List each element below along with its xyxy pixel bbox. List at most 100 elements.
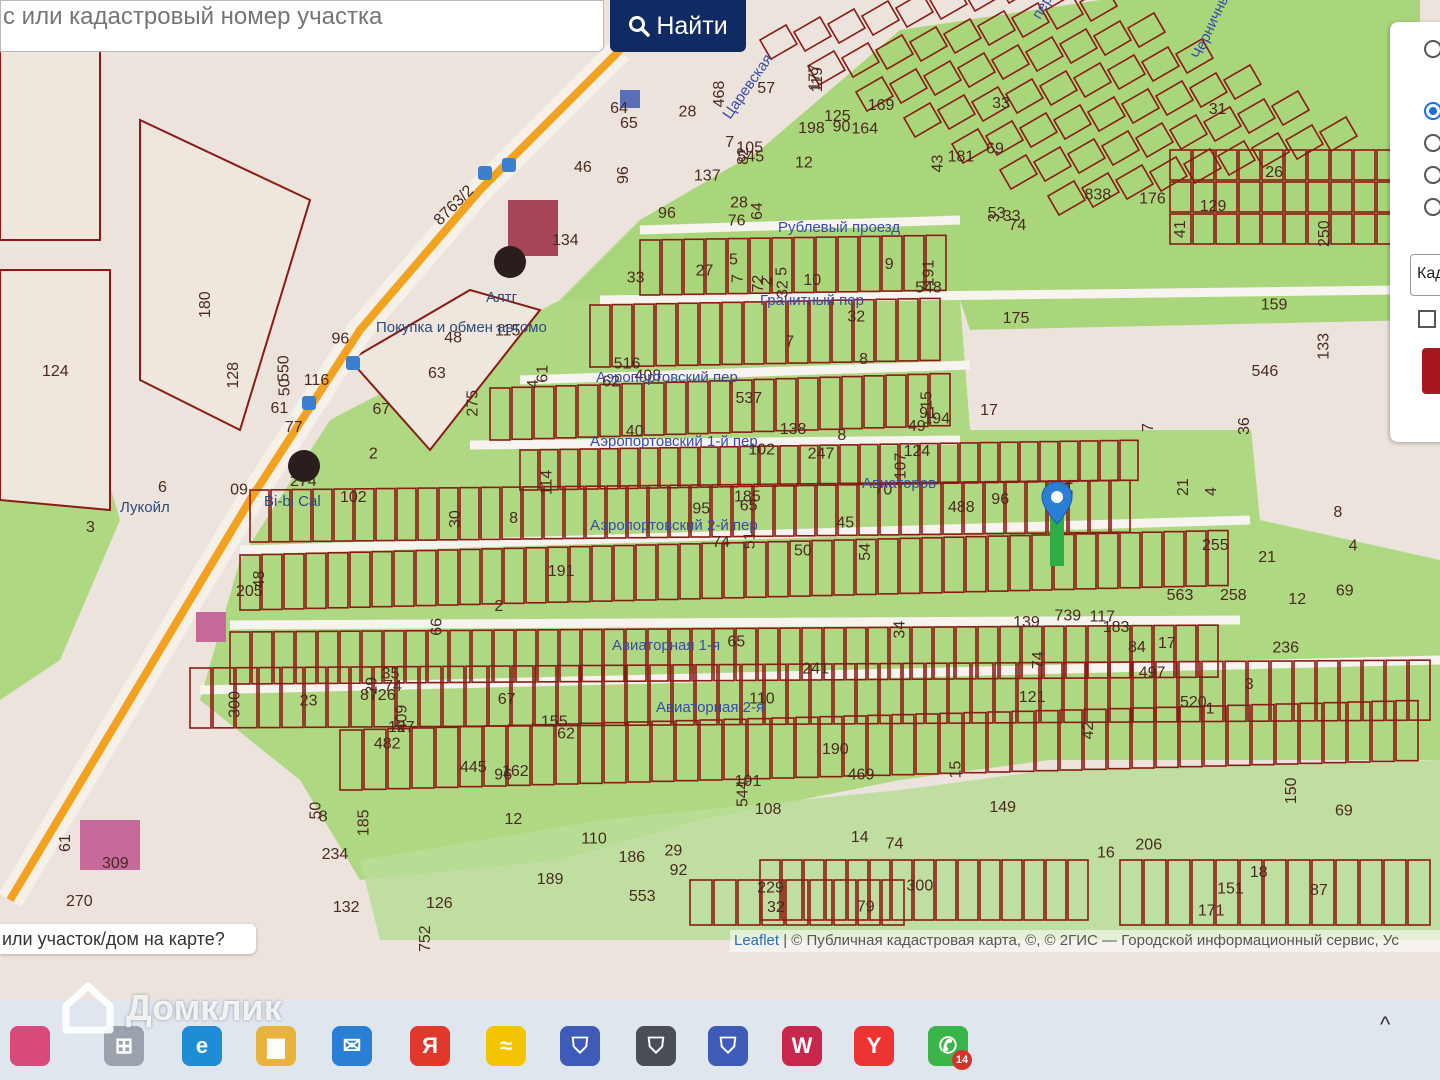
parcel	[826, 7, 867, 45]
parcel-question-link[interactable]: или участок/дом на карте?	[0, 924, 256, 954]
parcel-number: 185	[734, 488, 761, 505]
layer-radio-5[interactable]	[1424, 198, 1440, 216]
parcel-number: 8	[1333, 504, 1342, 521]
parcel-number: 206	[1135, 836, 1162, 853]
layer-radio-1[interactable]	[1424, 40, 1440, 58]
yandex-icon[interactable]: Я	[410, 1026, 450, 1066]
parcel-number: 69	[1336, 583, 1354, 600]
parcel-number: 563	[1167, 587, 1194, 604]
parcel-number: 74	[712, 534, 730, 551]
mail-icon[interactable]: ✉	[332, 1026, 372, 1066]
parcel-number: 64	[610, 100, 628, 117]
parcel-number: 65	[620, 115, 638, 132]
layer-checkbox[interactable]	[1418, 310, 1436, 328]
street-label: Авиаторная 1-я	[612, 637, 720, 654]
tray-chevron-icon[interactable]: ^	[1380, 1012, 1390, 1038]
parcel-number: 300	[227, 691, 244, 718]
parcel	[996, 0, 1037, 5]
parcel	[962, 0, 1003, 13]
parcel-number: 66	[428, 618, 445, 636]
poi-label: Покупка и обмен автомо	[376, 319, 547, 336]
watermark-text: Домклик	[126, 987, 282, 1028]
whatsapp-icon[interactable]: ✆ 14	[928, 1026, 972, 1070]
notification-badge: 14	[952, 1050, 972, 1070]
search-button-label: Найти	[656, 11, 728, 40]
parcel-number: 84	[1128, 639, 1146, 656]
parcel-number: 33	[627, 269, 645, 286]
parcel-number: 2	[369, 446, 378, 463]
cadastral-map[interactable]: 180 124 63 65 96 46 134 50 72 17 3 65 50 49 62 69 61 10 33…	[0, 0, 1440, 1000]
parcel-number: 275	[464, 390, 481, 417]
parcel-number: 250	[1316, 220, 1333, 247]
parcel-number: 8	[859, 351, 868, 368]
wildberries-icon[interactable]: W	[782, 1026, 822, 1066]
parcel-number: 181	[948, 149, 975, 166]
parcel-number: 33	[992, 95, 1010, 112]
parcel-number: 54	[857, 543, 874, 561]
parcel-number: 134	[552, 232, 579, 249]
parcel-number: 41	[1172, 220, 1189, 238]
parcel-number: 175	[1003, 310, 1030, 327]
shield-app-icon[interactable]: ⛉	[560, 1026, 600, 1066]
parcel-number: 150	[1283, 777, 1300, 804]
parcel-number: 164	[851, 121, 878, 138]
bus-stop-icon	[502, 158, 516, 172]
parcel-number: 8	[837, 427, 846, 444]
layer-control-panel: Кад	[1390, 22, 1440, 442]
building-3	[196, 612, 226, 642]
street-label: Аэропортовский пер	[596, 369, 738, 386]
parcel-number: 110	[581, 830, 607, 847]
parcel-number: 546	[1252, 363, 1279, 380]
parcel-number: 114	[539, 470, 556, 496]
yandex-browser-icon[interactable]: Y	[854, 1026, 894, 1066]
watermark: Домклик	[60, 982, 282, 1034]
parcel-number: 17	[1158, 635, 1176, 652]
map-canvas[interactable]: 180124 6365964613450721736550496269611033…	[0, 0, 1440, 1000]
search-icon	[629, 16, 651, 37]
layer-radio-2[interactable]	[1424, 102, 1440, 120]
parcel-number: 2	[758, 277, 775, 286]
parcel-number: 537	[735, 390, 762, 407]
leaflet-link[interactable]: Leaflet	[734, 932, 779, 949]
parcel-number: 95	[692, 500, 710, 517]
shield-app-2-icon[interactable]: ⛉	[708, 1026, 748, 1066]
search-input[interactable]	[1, 0, 593, 41]
parcel-number: 7	[730, 274, 747, 283]
search-button[interactable]: Найти	[610, 0, 746, 52]
layer-select[interactable]: Кад	[1410, 254, 1440, 296]
parcel-number: 28	[730, 194, 748, 211]
parcel-number: 96	[991, 491, 1009, 508]
parcel-number: 14	[851, 829, 869, 846]
parcel-number: 180	[197, 291, 214, 318]
parcel-number: 50	[794, 542, 812, 559]
search-box[interactable]	[0, 0, 604, 52]
parcel-number: 46	[574, 159, 592, 176]
panel-action-button[interactable]	[1422, 348, 1440, 394]
parcel-number: 198	[798, 120, 825, 137]
street-label: Рублевый проезд	[778, 219, 900, 236]
layer-radio-4[interactable]	[1424, 166, 1440, 184]
parcel-number: 32	[847, 309, 865, 326]
parcel-number: 171	[1198, 903, 1225, 920]
map-pin-icon[interactable]	[1040, 480, 1074, 570]
parcel-number: 137	[694, 168, 721, 185]
parcel-number: 255	[1202, 537, 1229, 554]
parcel-number: 77	[285, 419, 303, 436]
parcel-number: 96	[494, 766, 512, 783]
layer-radio-3[interactable]	[1424, 134, 1440, 152]
parcel-number: 74	[886, 835, 904, 852]
parcel-number: 128	[225, 362, 242, 389]
game-shield-icon[interactable]: ⛉	[636, 1026, 676, 1066]
parcel-number: 96	[658, 205, 676, 222]
parcel-number: 61	[535, 365, 552, 383]
parcel-number: 16	[1097, 844, 1115, 861]
parcel-number: 92	[670, 862, 688, 879]
yandex-market-icon[interactable]: ≈	[486, 1026, 526, 1066]
parcel-number: 3	[1245, 676, 1254, 693]
poi-label: Алтг	[486, 289, 518, 306]
street-label: Авиаторов	[862, 475, 936, 492]
parcel-number: 119	[809, 67, 826, 93]
parcel-number: 30	[447, 510, 464, 528]
tulip-wallpaper-icon[interactable]	[10, 1026, 50, 1066]
parcel-number: 185	[355, 809, 372, 836]
